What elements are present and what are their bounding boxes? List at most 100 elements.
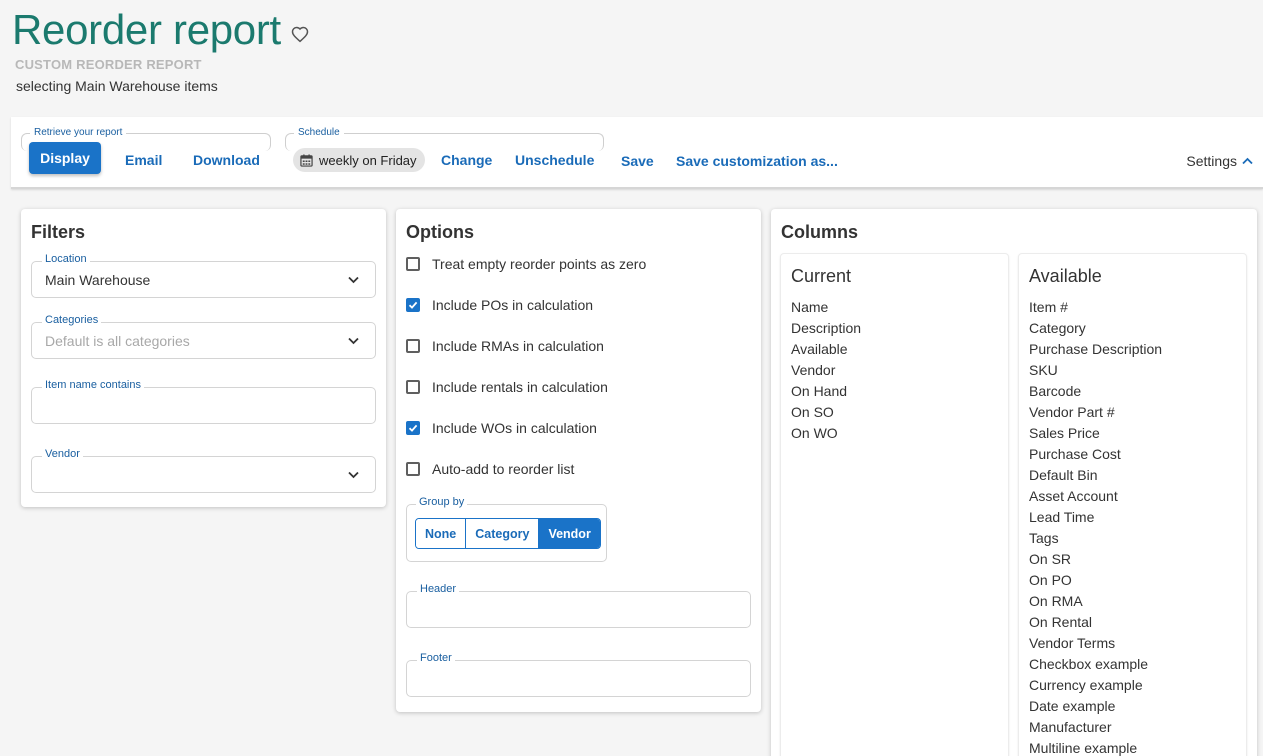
option-label: Include RMAs in calculation xyxy=(432,338,604,354)
available-column-item[interactable]: Tags xyxy=(1029,528,1162,549)
option-label: Auto-add to reorder list xyxy=(432,461,575,477)
display-button[interactable]: Display xyxy=(29,142,101,174)
available-column-item[interactable]: Default Bin xyxy=(1029,465,1162,486)
group-by-control: Group by None Category Vendor xyxy=(406,496,607,562)
header-label: Header xyxy=(417,583,460,595)
option-row[interactable]: Include RMAs in calculation xyxy=(406,338,604,354)
header-input[interactable]: Header xyxy=(406,583,751,628)
available-column-item[interactable]: Checkbox example xyxy=(1029,654,1162,675)
save-customization-button[interactable]: Save customization as... xyxy=(676,153,838,169)
download-button[interactable]: Download xyxy=(193,152,260,168)
columns-title: Columns xyxy=(781,222,859,242)
unschedule-button[interactable]: Unschedule xyxy=(515,152,594,168)
current-column-item[interactable]: Name xyxy=(791,297,861,318)
checkbox-checked[interactable] xyxy=(406,298,420,312)
group-by-segmented: None Category Vendor xyxy=(415,518,601,549)
available-column-item[interactable]: Currency example xyxy=(1029,675,1162,696)
retrieve-legend: Retrieve your report xyxy=(30,127,127,138)
checkbox[interactable] xyxy=(406,462,420,476)
chevron-down-icon xyxy=(348,337,359,345)
title-row: Reorder report xyxy=(12,4,309,56)
footer-label: Footer xyxy=(417,652,455,664)
option-row[interactable]: Include WOs in calculation xyxy=(406,420,597,436)
chevron-down-icon xyxy=(348,471,359,479)
settings-toggle[interactable]: Settings xyxy=(1186,153,1253,169)
options-card: Options Treat empty reorder points as ze… xyxy=(396,209,761,712)
available-columns-title: Available xyxy=(1029,266,1102,286)
group-by-label: Group by xyxy=(416,496,468,508)
option-label: Include rentals in calculation xyxy=(432,379,608,395)
available-columns-list: Item # Category Purchase Description SKU Bar… xyxy=(1029,297,1162,756)
footer-input[interactable]: Footer xyxy=(406,652,751,697)
categories-placeholder: Default is all categories xyxy=(45,333,190,349)
schedule-legend: Schedule xyxy=(294,127,344,138)
available-column-item[interactable]: SKU xyxy=(1029,360,1162,381)
available-column-item[interactable]: Purchase Cost xyxy=(1029,444,1162,465)
current-columns-panel: Current Name Description Available Vendor On… xyxy=(780,253,1009,756)
available-column-item[interactable]: On RMA xyxy=(1029,591,1162,612)
available-column-item[interactable]: Category xyxy=(1029,318,1162,339)
checkbox[interactable] xyxy=(406,380,420,394)
option-row[interactable]: Treat empty reorder points as zero xyxy=(406,256,646,272)
available-column-item[interactable]: Purchase Description xyxy=(1029,339,1162,360)
available-column-item[interactable]: On Rental xyxy=(1029,612,1162,633)
option-row[interactable]: Auto-add to reorder list xyxy=(406,461,574,477)
option-label: Treat empty reorder points as zero xyxy=(432,256,647,272)
group-by-category-button[interactable]: Category xyxy=(466,519,540,548)
current-column-item[interactable]: On WO xyxy=(791,423,861,444)
option-label: Include WOs in calculation xyxy=(432,420,597,436)
chevron-down-icon xyxy=(348,276,359,284)
categories-select[interactable]: Categories Default is all categories xyxy=(31,314,376,359)
available-column-item[interactable]: Lead Time xyxy=(1029,507,1162,528)
item-name-label: Item name contains xyxy=(42,379,144,391)
available-column-item[interactable]: Vendor Part # xyxy=(1029,402,1162,423)
schedule-chip[interactable]: weekly on Friday xyxy=(293,148,425,172)
group-by-none-button[interactable]: None xyxy=(416,519,467,548)
options-title: Options xyxy=(406,222,474,242)
categories-label: Categories xyxy=(42,314,102,326)
check-icon xyxy=(408,301,418,309)
heart-icon[interactable] xyxy=(291,26,309,44)
available-column-item[interactable]: Vendor Terms xyxy=(1029,633,1162,654)
checkbox-checked[interactable] xyxy=(406,421,420,435)
change-schedule-button[interactable]: Change xyxy=(441,152,492,168)
available-column-item[interactable]: Sales Price xyxy=(1029,423,1162,444)
available-column-item[interactable]: Manufacturer xyxy=(1029,717,1162,738)
current-column-item[interactable]: Vendor xyxy=(791,360,861,381)
current-column-item[interactable]: On SO xyxy=(791,402,861,423)
available-column-item[interactable]: Item # xyxy=(1029,297,1162,318)
location-label: Location xyxy=(42,253,90,265)
filters-card: Filters Location Main Warehouse Categori… xyxy=(21,209,386,507)
available-column-item[interactable]: Barcode xyxy=(1029,381,1162,402)
current-column-item[interactable]: On Hand xyxy=(791,381,861,402)
vendor-label: Vendor xyxy=(42,448,83,460)
group-by-vendor-button[interactable]: Vendor xyxy=(539,519,600,548)
available-columns-panel: Available Item # Category Purchase Descrip… xyxy=(1018,253,1247,756)
current-column-item[interactable]: Available xyxy=(791,339,861,360)
page-title: Reorder report xyxy=(12,6,281,53)
location-value: Main Warehouse xyxy=(45,272,151,288)
vendor-select[interactable]: Vendor xyxy=(31,448,376,493)
save-button[interactable]: Save xyxy=(621,153,654,169)
available-column-item[interactable]: Date example xyxy=(1029,696,1162,717)
calendar-icon xyxy=(300,153,313,167)
item-name-input[interactable]: Item name contains xyxy=(31,379,376,424)
check-icon xyxy=(408,424,418,432)
checkbox[interactable] xyxy=(406,257,420,271)
chevron-up-icon xyxy=(1242,157,1253,165)
checkbox[interactable] xyxy=(406,339,420,353)
email-button[interactable]: Email xyxy=(125,152,162,168)
current-column-item[interactable]: Description xyxy=(791,318,861,339)
settings-label: Settings xyxy=(1186,153,1237,169)
available-column-item[interactable]: On PO xyxy=(1029,570,1162,591)
option-row[interactable]: Include rentals in calculation xyxy=(406,379,608,395)
location-select[interactable]: Location Main Warehouse xyxy=(31,253,376,298)
columns-card: Columns Current Name Description Available… xyxy=(771,209,1257,756)
available-column-item[interactable]: On SR xyxy=(1029,549,1162,570)
available-column-item[interactable]: Multiline example xyxy=(1029,738,1162,756)
option-row[interactable]: Include POs in calculation xyxy=(406,297,593,313)
report-description: selecting Main Warehouse items xyxy=(16,78,218,94)
report-toolbar: Retrieve your report Schedule Display Em… xyxy=(11,117,1263,189)
available-column-item[interactable]: Asset Account xyxy=(1029,486,1162,507)
filters-title: Filters xyxy=(31,222,86,242)
